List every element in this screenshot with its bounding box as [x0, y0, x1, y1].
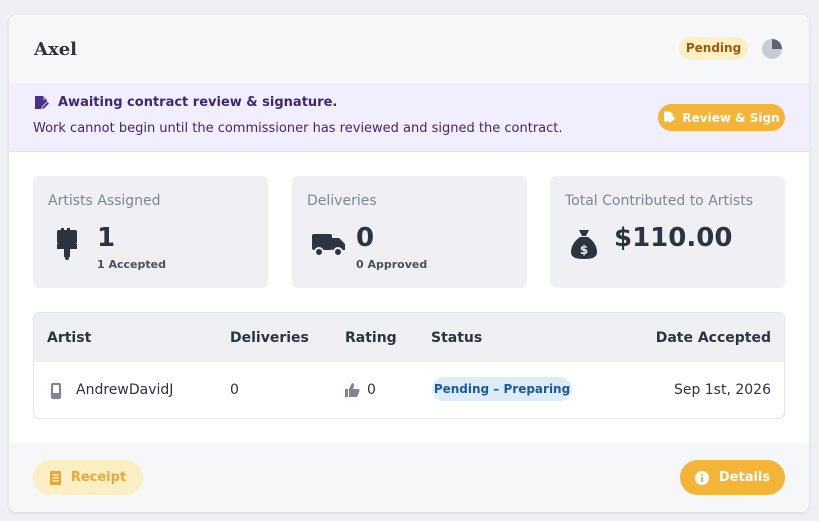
table-header: Artist Deliveries Rating Status Date Acc… [34, 313, 784, 362]
info-icon [694, 470, 709, 485]
review-sign-button[interactable]: Review & Sign [658, 104, 785, 131]
status-badge: Pending [679, 37, 748, 60]
column-header-date-accepted: Date Accepted [655, 330, 771, 346]
card-header: Axel Pending [9, 15, 809, 83]
truck-icon [312, 234, 345, 257]
column-header-status: Status [431, 330, 483, 346]
stat-sub: 0 Approved [356, 258, 428, 271]
stat-value: 1 [97, 223, 116, 253]
stat-total-contributed: Total Contributed to Artists $ $110.00 [550, 176, 785, 288]
stat-label: Deliveries [307, 193, 377, 209]
commission-card: Axel Pending Awaiting contract review & … [9, 15, 809, 512]
card-footer: Receipt Details [9, 443, 809, 512]
page-title: Axel [34, 38, 77, 60]
receipt-button[interactable]: Receipt [33, 460, 143, 495]
paintbrush-icon [57, 228, 77, 260]
column-header-deliveries: Deliveries [230, 330, 309, 346]
receipt-label: Receipt [70, 470, 127, 485]
receipt-icon [49, 470, 61, 485]
details-label: Details [718, 470, 771, 485]
stat-value: $110.00 [614, 223, 733, 253]
artist-name[interactable]: AndrewDavidJ [76, 382, 173, 398]
banner-title: Awaiting contract review & signature. [58, 95, 338, 110]
stat-deliveries: Deliveries 0 0 Approved [292, 176, 527, 288]
row-status-badge: Pending – Preparing [432, 377, 572, 401]
stat-label: Total Contributed to Artists [565, 193, 753, 209]
review-sign-label: Review & Sign [682, 110, 780, 125]
artist-avatar-icon [51, 383, 61, 399]
rating-value: 0 [367, 382, 376, 398]
stat-sub: 1 Accepted [97, 258, 166, 271]
progress-pie-icon [762, 39, 782, 59]
money-bag-icon: $ [571, 230, 597, 259]
table-row[interactable]: AndrewDavidJ 0 0 Pending – Preparing Sep… [34, 362, 784, 418]
contract-sign-icon [664, 111, 676, 123]
contract-sign-icon [35, 96, 50, 111]
artists-table: Artist Deliveries Rating Status Date Acc… [33, 312, 785, 419]
stat-artists-assigned: Artists Assigned 1 1 Accepted [33, 176, 268, 288]
column-header-rating: Rating [345, 330, 397, 346]
banner-text: Work cannot begin until the commissioner… [33, 121, 563, 136]
stat-value: 0 [356, 223, 375, 253]
svg-text:$: $ [580, 243, 588, 257]
date-accepted: Sep 1st, 2026 [673, 382, 771, 398]
thumbs-up-icon [345, 383, 360, 397]
stat-label: Artists Assigned [48, 193, 161, 209]
column-header-artist: Artist [47, 330, 92, 346]
deliveries-count: 0 [230, 382, 239, 398]
details-button[interactable]: Details [680, 460, 785, 495]
